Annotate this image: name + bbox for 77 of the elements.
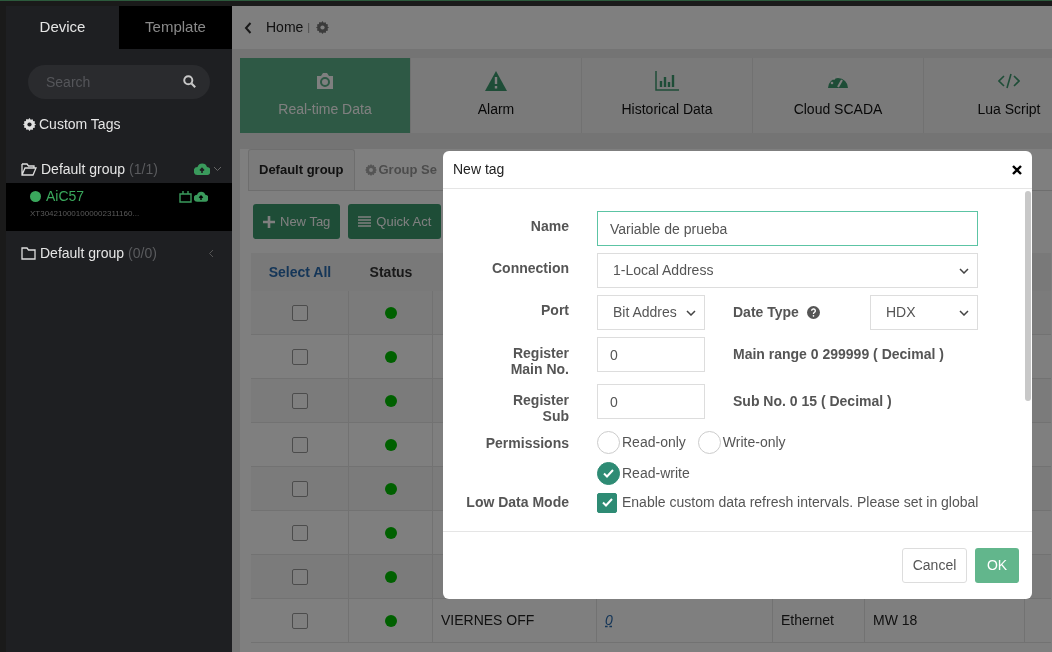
settings-icon[interactable] — [316, 21, 330, 34]
chevron-down-icon — [959, 267, 969, 274]
search-icon[interactable] — [183, 75, 196, 88]
table-cell-text: MW 18 — [873, 611, 918, 630]
camera-icon — [315, 71, 335, 91]
checkbox[interactable] — [291, 436, 308, 453]
select-field[interactable]: HDX — [870, 295, 978, 330]
checkbox[interactable] — [291, 304, 308, 321]
chevron-down-icon — [959, 309, 969, 316]
module-tab[interactable]: Alarm — [411, 58, 582, 133]
open-folder-icon — [21, 162, 37, 176]
gear-icon — [23, 118, 36, 131]
checkbox[interactable] — [291, 348, 308, 365]
module-tab[interactable]: Cloud SCADA — [753, 58, 924, 133]
sidebar-tab[interactable]: Template — [119, 6, 232, 49]
range-note: Sub No. 0 15 ( Decimal ) — [733, 392, 892, 411]
field-label: Name — [529, 217, 570, 234]
check-icon — [603, 469, 614, 478]
chevron-down-icon[interactable] — [213, 166, 222, 172]
number-input[interactable]: 0 — [597, 337, 705, 372]
scrollbar[interactable] — [1025, 191, 1031, 401]
bar-chart-icon — [655, 71, 679, 91]
group-name[interactable]: Default group — [40, 242, 125, 264]
code-icon — [998, 71, 1020, 91]
name-input[interactable]: Variable de prueba — [597, 211, 978, 246]
checkbox[interactable] — [291, 612, 308, 629]
field-label: Port — [540, 301, 570, 318]
cloud-upload-icon[interactable] — [194, 191, 208, 202]
plus-icon — [263, 215, 275, 228]
number-input[interactable]: 0 — [597, 384, 705, 419]
checkbox-option[interactable]: Enable custom data refresh intervals. Please set in global — [597, 492, 979, 513]
checkbox[interactable] — [291, 568, 308, 585]
checkbox[interactable] — [597, 492, 617, 513]
folder-icon — [21, 246, 36, 260]
field-label: Connection — [491, 259, 570, 276]
breadcrumb-separator: | — [307, 20, 311, 36]
dialog-title: New tag — [453, 160, 506, 179]
device-serial: XT304210001000002311160... — [30, 208, 141, 220]
help-icon[interactable] — [806, 306, 820, 319]
gear-icon — [364, 163, 377, 176]
checkbox[interactable] — [291, 392, 308, 409]
cloud-upload-icon[interactable] — [194, 163, 210, 175]
module-tab[interactable]: Historical Data — [582, 58, 753, 133]
checkbox[interactable] — [291, 480, 308, 497]
radio-option[interactable]: Read-write — [597, 462, 845, 485]
field-label: Register Main No. — [509, 344, 570, 377]
cancel-button[interactable]: Cancel — [902, 548, 967, 583]
column-header: Status — [368, 262, 414, 282]
field-label: Date Type — [733, 303, 799, 322]
warning-icon — [485, 71, 507, 91]
module-tab[interactable]: Lua Script — [924, 58, 1052, 133]
group-count: (1/1) — [129, 159, 158, 179]
range-note: Main range 0 299999 ( Decimal ) — [733, 345, 944, 364]
chevron-left-icon[interactable] — [208, 248, 214, 258]
select-field[interactable]: 1-Local Address — [597, 253, 978, 288]
back-icon[interactable] — [244, 21, 252, 34]
field-label: Low Data Mode — [465, 493, 570, 510]
table-cell-text: Ethernet — [781, 611, 834, 630]
device-item[interactable]: AiC57 XT304210001000002311160... — [6, 183, 232, 231]
select-field[interactable]: Bit Addres — [597, 295, 705, 330]
breadcrumb-home[interactable]: Home — [266, 17, 304, 38]
checkbox[interactable] — [291, 524, 308, 541]
close-icon[interactable] — [1012, 164, 1022, 175]
table-cell-text: VIERNES OFF — [441, 611, 535, 630]
device-name: AiC57 — [46, 187, 85, 206]
field-label: Register Sub — [511, 391, 570, 424]
chevron-down-icon — [686, 309, 696, 316]
radio-option[interactable]: Write-only — [697, 431, 786, 454]
radio-option[interactable]: Read-only — [597, 431, 686, 454]
field-label: Permissions — [484, 434, 570, 451]
group-tab[interactable]: Default group — [248, 149, 355, 190]
group-count: (0/0) — [128, 243, 157, 263]
group-name[interactable]: Default group — [41, 158, 126, 180]
list-icon — [358, 216, 372, 227]
custom-tags-link[interactable]: Custom Tags — [39, 114, 121, 135]
check-icon — [601, 498, 613, 507]
radio-button[interactable] — [597, 462, 620, 485]
